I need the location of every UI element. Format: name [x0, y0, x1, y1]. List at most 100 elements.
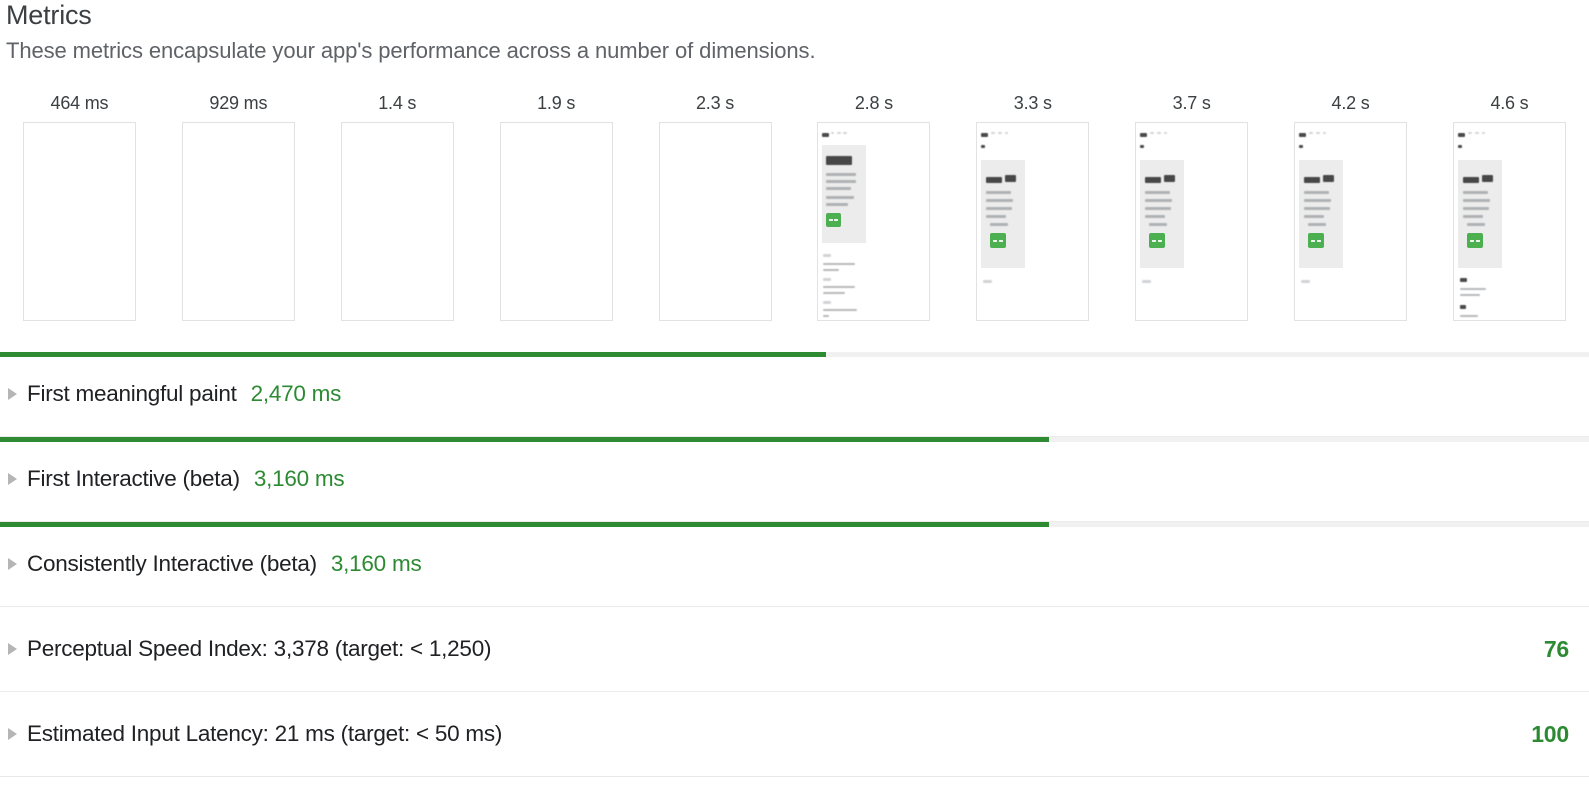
thumbnail-text-line — [826, 203, 849, 206]
filmstrip-thumbnail[interactable] — [22, 122, 136, 321]
thumbnail-text-line — [1145, 207, 1172, 210]
thumbnail-text-line — [843, 132, 848, 134]
metric-row[interactable]: Estimated Input Latency: 21 ms (target: … — [0, 692, 1589, 777]
metric-row-body: Perceptual Speed Index: 3,378 (target: <… — [0, 607, 1589, 691]
thumbnail-text-line — [1459, 294, 1480, 296]
section-description: These metrics encapsulate your app's per… — [6, 38, 816, 63]
filmstrip-frame: 929 ms — [159, 92, 318, 344]
filmstrip-timestamp: 4.2 s — [1331, 93, 1370, 113]
thumbnail-text-line — [1457, 145, 1462, 148]
thumbnail-cta-button — [990, 233, 1007, 248]
thumbnail-text-line — [981, 133, 989, 137]
thumbnail-page-render — [818, 123, 874, 320]
thumbnail-text-line — [1316, 132, 1321, 134]
metric-label: First meaningful paint — [27, 381, 237, 406]
thumbnail-cta-button — [826, 213, 842, 227]
thumbnail-text-line — [1301, 280, 1311, 283]
thumbnail-text-line — [1149, 223, 1168, 226]
filmstrip-frame: 3.7 s — [1112, 92, 1271, 344]
metric-label: Consistently Interactive (beta) — [27, 551, 317, 576]
filmstrip-timestamp: 3.3 s — [1013, 93, 1052, 113]
thumbnail-text-line — [986, 199, 1014, 202]
filmstrip-frame: 1.4 s — [318, 92, 477, 344]
metric-value: 3,160 ms — [253, 466, 345, 491]
thumbnail-text-line — [1005, 132, 1009, 134]
filmstrip-timestamp: 1.4 s — [378, 93, 417, 113]
thumbnail-text-line — [1462, 199, 1490, 202]
thumbnail-page-render — [1453, 123, 1509, 320]
thumbnail-text-line — [1304, 177, 1321, 183]
thumbnail-text-line — [991, 132, 996, 134]
filmstrip-timestamp: 1.9 s — [537, 93, 576, 113]
thumbnail-text-line — [1467, 132, 1472, 134]
filmstrip-thumbnail[interactable] — [340, 122, 454, 321]
thumbnail-text-line — [986, 215, 1007, 218]
metric-row-body: First meaningful paint 2,470 ms — [0, 352, 1589, 436]
filmstrip-frame: 4.2 s — [1271, 92, 1430, 344]
thumbnail-text-line — [823, 301, 832, 304]
metric-score: 100 — [1531, 720, 1569, 747]
thumbnail-text-line — [823, 286, 856, 288]
thumbnail-text-line — [1481, 132, 1485, 134]
thumbnail-cta-button — [1308, 233, 1325, 248]
filmstrip-thumbnail[interactable] — [1452, 122, 1566, 321]
thumbnail-text-line — [823, 309, 858, 311]
thumbnail-text-line — [1459, 305, 1466, 309]
filmstrip-thumbnail[interactable] — [658, 122, 772, 321]
thumbnail-text-line — [826, 173, 857, 176]
thumbnail-text-line — [1462, 191, 1488, 194]
filmstrip-timestamp: 4.6 s — [1490, 93, 1529, 113]
filmstrip-thumbnail[interactable] — [181, 122, 295, 321]
triangle-right-icon[interactable] — [8, 728, 17, 740]
metrics-panel: Metrics These metrics encapsulate your a… — [0, 0, 1589, 803]
thumbnail-text-line — [1164, 175, 1176, 182]
filmstrip-frame: 1.9 s — [477, 92, 636, 344]
metric-row[interactable]: First meaningful paint 2,470 ms — [0, 352, 1589, 437]
metric-row[interactable]: Consistently Interactive (beta) 3,160 ms — [0, 522, 1589, 607]
thumbnail-text-line — [837, 132, 842, 134]
thumbnail-text-line — [826, 187, 852, 190]
thumbnail-text-line — [1140, 145, 1145, 148]
thumbnail-text-line — [1474, 132, 1479, 134]
thumbnail-text-line — [823, 254, 832, 257]
filmstrip-thumbnail[interactable] — [817, 122, 931, 321]
thumbnail-page-render — [1136, 123, 1192, 320]
thumbnail-text-line — [1462, 177, 1479, 183]
thumbnail-text-line — [826, 196, 855, 199]
filmstrip-thumbnail[interactable] — [1135, 122, 1249, 321]
thumbnail-text-line — [1304, 191, 1330, 194]
thumbnail-text-line — [1462, 215, 1483, 218]
filmstrip-frame: 2.3 s — [636, 92, 795, 344]
thumbnail-text-line — [1145, 191, 1171, 194]
triangle-right-icon[interactable] — [8, 643, 17, 655]
metric-row[interactable]: First Interactive (beta) 3,160 ms — [0, 437, 1589, 522]
triangle-right-icon[interactable] — [8, 388, 17, 400]
thumbnail-text-line — [1157, 132, 1162, 134]
thumbnail-text-line — [823, 315, 830, 317]
thumbnail-text-line — [826, 156, 853, 165]
filmstrip-frame: 2.8 s — [794, 92, 953, 344]
thumbnail-text-line — [1299, 133, 1307, 137]
filmstrip-timestamp: 464 ms — [50, 93, 109, 113]
thumbnail-text-line — [823, 278, 832, 281]
filmstrip-frame: 3.3 s — [953, 92, 1112, 344]
thumbnail-text-line — [1142, 280, 1152, 283]
thumbnail-text-line — [998, 132, 1003, 134]
filmstrip-thumbnail[interactable] — [976, 122, 1090, 321]
metrics-list: First meaningful paint 2,470 ms First Inte… — [0, 352, 1589, 777]
thumbnail-text-line — [823, 292, 846, 294]
filmstrip-thumbnail[interactable] — [1294, 122, 1408, 321]
triangle-right-icon[interactable] — [8, 473, 17, 485]
thumbnail-cta-button — [1466, 233, 1483, 248]
metric-row[interactable]: Perceptual Speed Index: 3,378 (target: <… — [0, 607, 1589, 692]
filmstrip: 464 ms 929 ms 1.4 s 1.9 s 2.3 s 2.8 s 3.3 s 3.7… — [0, 92, 1589, 344]
thumbnail-text-line — [822, 133, 830, 137]
filmstrip-thumbnail[interactable] — [499, 122, 613, 321]
triangle-right-icon[interactable] — [8, 558, 17, 570]
thumbnail-text-line — [1481, 175, 1493, 182]
thumbnail-text-line — [986, 177, 1003, 183]
thumbnail-text-line — [1459, 288, 1486, 290]
thumbnail-text-line — [986, 191, 1012, 194]
thumbnail-text-line — [823, 263, 856, 265]
filmstrip-frame: 464 ms — [0, 92, 159, 344]
